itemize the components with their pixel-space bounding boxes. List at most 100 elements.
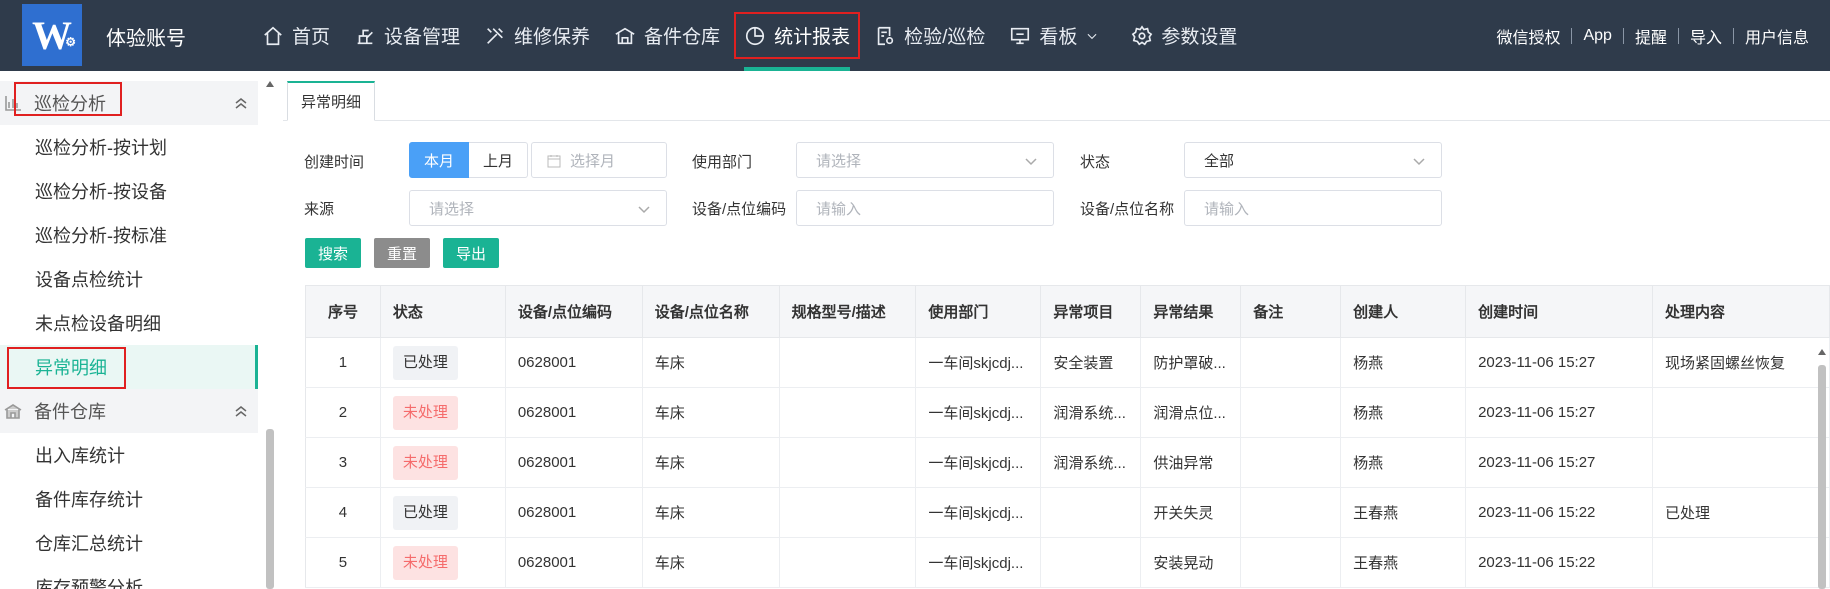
source-label: 来源 bbox=[304, 201, 335, 218]
table-row[interactable]: 1 已处理 0628001 车床 一车间skjcdj... 安全装置 防护罩破... 杨燕 20… bbox=[305, 337, 1830, 388]
cell-creator: 王春燕 bbox=[1340, 537, 1467, 588]
col-header: 设备/点位编码 bbox=[505, 285, 643, 338]
cell-code: 0628001 bbox=[505, 437, 643, 488]
sidebar-scrollbar[interactable] bbox=[263, 71, 277, 589]
header-right-links: 微信授权 App 提醒 导入 用户信息 bbox=[1485, 0, 1820, 71]
sidebar-item-by-device[interactable]: 巡检分析-按设备 bbox=[0, 169, 258, 213]
sidebar-item-by-plan[interactable]: 巡检分析-按计划 bbox=[0, 125, 258, 169]
this-month-button[interactable]: 本月 bbox=[409, 142, 470, 178]
cell-code: 0628001 bbox=[505, 337, 643, 388]
highlight-box bbox=[14, 82, 122, 116]
cell-time: 2023-11-06 15:22 bbox=[1465, 537, 1653, 588]
cell-handle: 已处理 bbox=[1652, 487, 1830, 538]
cell-item bbox=[1040, 537, 1142, 588]
cell-no: 3 bbox=[305, 437, 381, 488]
cell-handle bbox=[1652, 537, 1830, 588]
name-input[interactable]: 请输入 bbox=[1184, 190, 1442, 226]
cell-no: 4 bbox=[305, 487, 381, 538]
cell-spec bbox=[779, 337, 917, 388]
tab-bar: 异常明细 bbox=[283, 71, 1830, 121]
status-cell: 已处理 bbox=[380, 487, 506, 538]
sidebar-item-stock-warning[interactable]: 库存预警分析 bbox=[0, 565, 258, 589]
tab-anomaly-details[interactable]: 异常明细 bbox=[287, 81, 376, 121]
sidebar-group-spare-parts[interactable]: 备件仓库 bbox=[0, 389, 258, 433]
cell-time: 2023-11-06 15:22 bbox=[1465, 487, 1653, 538]
cell-dept: 一车间skjcdj... bbox=[915, 487, 1042, 538]
nav-inspection[interactable]: 检验/巡检 bbox=[862, 0, 997, 71]
cell-item: 安全装置 bbox=[1040, 337, 1142, 388]
sidebar-item-unchecked-devices[interactable]: 未点检设备明细 bbox=[0, 301, 258, 345]
highlight-box bbox=[734, 12, 861, 59]
link-app[interactable]: App bbox=[1572, 27, 1622, 45]
cell-creator: 杨燕 bbox=[1340, 337, 1467, 388]
link-import[interactable]: 导入 bbox=[1679, 24, 1733, 48]
sidebar-item-in-out-stats[interactable]: 出入库统计 bbox=[0, 433, 258, 477]
cell-no: 1 bbox=[305, 337, 381, 388]
nav-maintenance[interactable]: 维修保养 bbox=[472, 0, 602, 71]
nav-dashboard[interactable]: 看板 bbox=[997, 0, 1119, 71]
link-reminders[interactable]: 提醒 bbox=[1624, 24, 1678, 48]
table-scrollbar[interactable] bbox=[1815, 343, 1829, 589]
nav-statistics-reports[interactable]: 统计报表 bbox=[732, 0, 862, 71]
reset-button[interactable]: 重置 bbox=[374, 238, 431, 268]
status-cell: 已处理 bbox=[380, 337, 506, 388]
sidebar-item-stock-stats[interactable]: 备件库存统计 bbox=[0, 477, 258, 521]
status-cell: 未处理 bbox=[380, 437, 506, 488]
nav-settings[interactable]: 参数设置 bbox=[1119, 0, 1249, 71]
link-wechat-auth[interactable]: 微信授权 bbox=[1485, 24, 1571, 48]
nav-home[interactable]: 首页 bbox=[250, 0, 342, 71]
sidebar-item-spot-check-stats[interactable]: 设备点检统计 bbox=[0, 257, 258, 301]
warehouse-icon bbox=[615, 27, 635, 44]
cell-result: 开关失灵 bbox=[1140, 487, 1242, 538]
col-header: 状态 bbox=[380, 285, 506, 338]
gear-icon bbox=[1132, 24, 1153, 45]
export-button[interactable]: 导出 bbox=[443, 238, 500, 268]
cell-creator: 杨燕 bbox=[1340, 387, 1467, 438]
cell-creator: 杨燕 bbox=[1340, 437, 1467, 488]
sidebar: 巡检分析 巡检分析-按计划 巡检分析-按设备 巡检分析-按标准 设备点检统计 未… bbox=[0, 71, 258, 589]
nav-device-management[interactable]: 设备管理 bbox=[342, 0, 472, 71]
table-row[interactable]: 2 未处理 0628001 车床 一车间skjcdj... 润滑系统... 润滑点位... 杨… bbox=[305, 387, 1830, 438]
status-select[interactable]: 全部 bbox=[1184, 142, 1442, 178]
cell-handle bbox=[1652, 387, 1830, 438]
code-input[interactable]: 请输入 bbox=[796, 190, 1054, 226]
cell-result: 防护罩破... bbox=[1140, 337, 1242, 388]
col-header: 备注 bbox=[1240, 285, 1342, 338]
col-header: 使用部门 bbox=[915, 285, 1042, 338]
source-select[interactable]: 请选择 bbox=[409, 190, 667, 226]
nav-spare-parts[interactable]: 备件仓库 bbox=[602, 0, 732, 71]
month-picker[interactable]: 选择月 bbox=[531, 142, 667, 178]
table-body: 1 已处理 0628001 车床 一车间skjcdj... 安全装置 防护罩破... 杨燕 20… bbox=[305, 337, 1830, 588]
status-badge: 未处理 bbox=[392, 395, 458, 430]
cell-item: 润滑系统... bbox=[1040, 437, 1142, 488]
link-user-info[interactable]: 用户信息 bbox=[1734, 24, 1820, 48]
sidebar-item-warehouse-summary[interactable]: 仓库汇总统计 bbox=[0, 521, 258, 565]
chevron-down-icon bbox=[1413, 158, 1425, 166]
status-badge: 未处理 bbox=[392, 445, 458, 480]
col-header: 规格型号/描述 bbox=[779, 285, 917, 338]
cell-note bbox=[1240, 437, 1342, 488]
cell-handle bbox=[1652, 437, 1830, 488]
cell-dept: 一车间skjcdj... bbox=[915, 537, 1042, 588]
table-row[interactable]: 4 已处理 0628001 车床 一车间skjcdj... 开关失灵 王春燕 2023-11-… bbox=[305, 487, 1830, 538]
app-logo[interactable]: W ⚙ bbox=[22, 4, 82, 66]
col-header: 创建人 bbox=[1340, 285, 1467, 338]
table-row[interactable]: 5 未处理 0628001 车床 一车间skjcdj... 安装晃动 王春燕 2023-11-… bbox=[305, 537, 1830, 588]
search-button[interactable]: 搜索 bbox=[305, 238, 362, 268]
cell-note bbox=[1240, 337, 1342, 388]
cell-time: 2023-11-06 15:27 bbox=[1465, 437, 1653, 488]
home-icon bbox=[264, 26, 282, 45]
dept-select[interactable]: 请选择 bbox=[796, 142, 1054, 178]
cell-spec bbox=[779, 487, 917, 538]
table-row[interactable]: 3 未处理 0628001 车床 一车间skjcdj... 润滑系统... 供油异常 杨燕 20… bbox=[305, 437, 1830, 488]
tools-icon bbox=[487, 27, 503, 44]
name-label: 设备/点位名称 bbox=[1080, 201, 1175, 218]
last-month-button[interactable]: 上月 bbox=[469, 142, 529, 178]
cell-name: 车床 bbox=[642, 337, 780, 388]
main-nav: 首页 设备管理 维修保养 备件仓库 统计报表 检验/巡检 看板 参数设置 bbox=[250, 0, 1249, 71]
chevron-up-icon bbox=[235, 98, 247, 109]
status-cell: 未处理 bbox=[380, 537, 506, 588]
sidebar-item-by-standard[interactable]: 巡检分析-按标准 bbox=[0, 213, 258, 257]
col-header: 序号 bbox=[305, 285, 381, 338]
cell-name: 车床 bbox=[642, 537, 780, 588]
